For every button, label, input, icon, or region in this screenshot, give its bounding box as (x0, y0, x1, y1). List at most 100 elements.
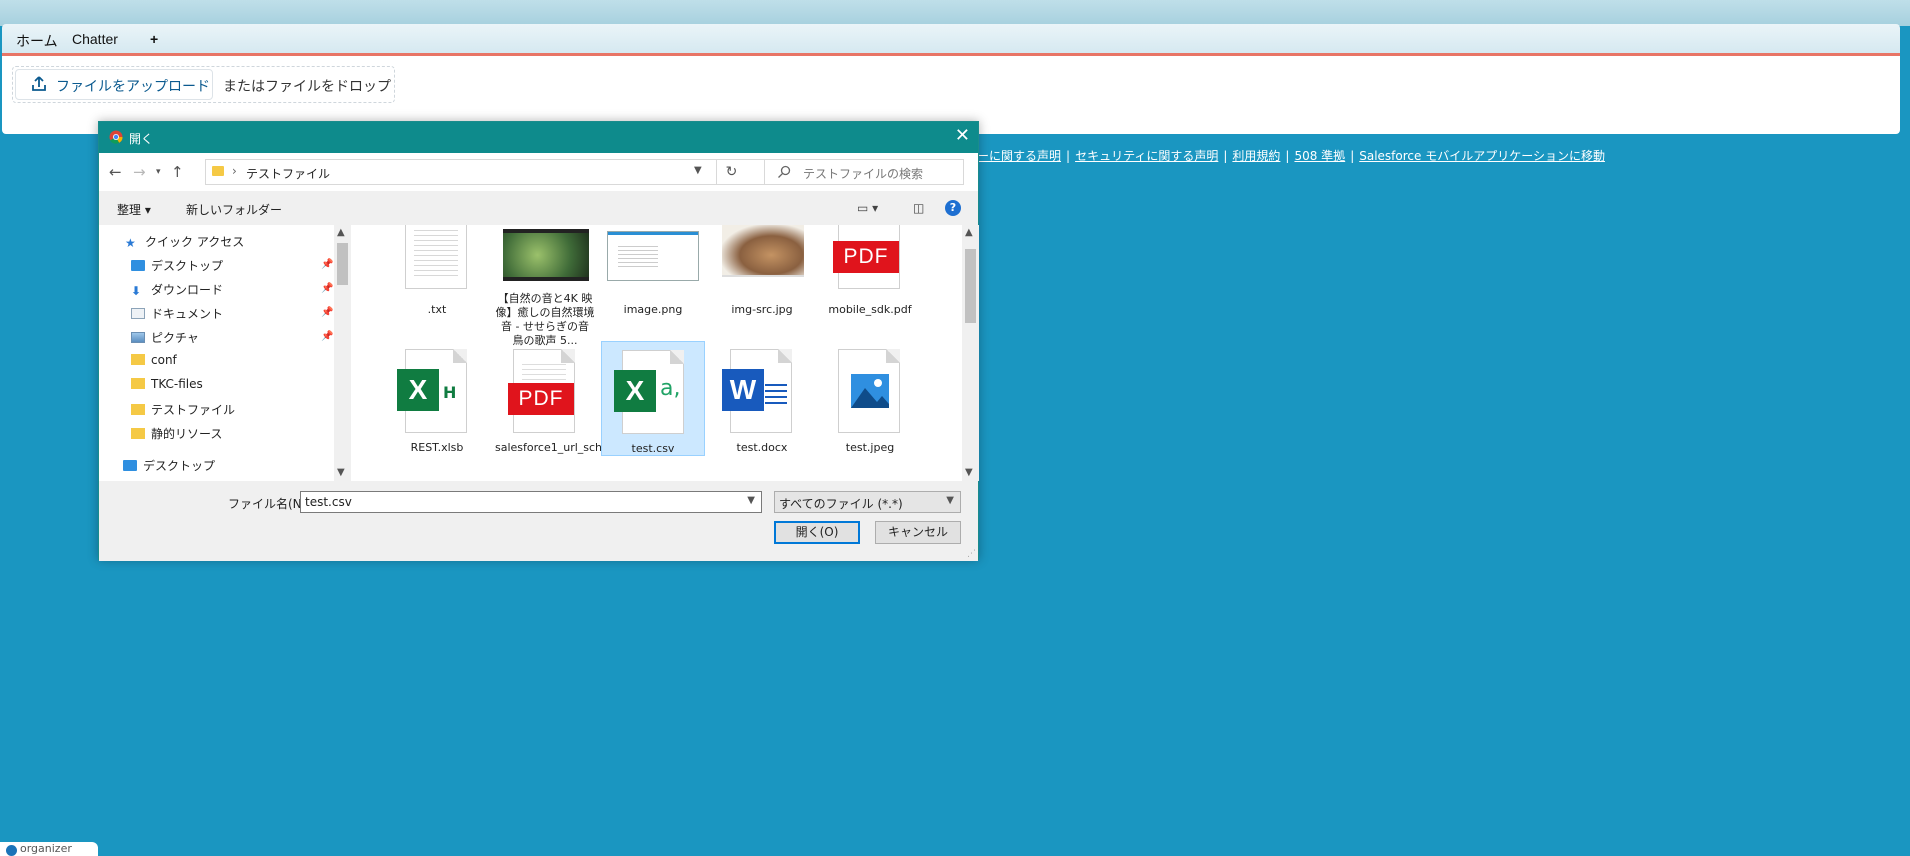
scroll-down-arrow-icon[interactable]: ▼ (337, 467, 345, 478)
view-options-icon[interactable]: ▭ ▾ (857, 201, 878, 215)
nav-desktop-root[interactable]: デスクトップ (123, 457, 215, 474)
organizer-tab[interactable]: organizer (0, 842, 98, 856)
file-item[interactable]: PDF salesforce1_url_schemes.pdf (493, 341, 653, 461)
nav-folder-test-files[interactable]: テストファイル (131, 401, 235, 418)
tab-add-icon[interactable]: + (150, 31, 158, 47)
address-dropdown-icon[interactable]: ▼ (694, 165, 702, 176)
nav-downloads[interactable]: ⬇ ダウンロード (131, 281, 223, 298)
nav-pictures[interactable]: ピクチャ (131, 329, 199, 346)
file-item[interactable]: .txt (385, 225, 489, 317)
dialog-titlebar[interactable]: 開く ✕ (99, 122, 978, 153)
nav-folder-tkc-files[interactable]: TKC-files (131, 377, 203, 391)
folder-icon (131, 378, 145, 389)
address-path[interactable]: テストファイル (246, 165, 330, 182)
pin-icon: 📌 (321, 283, 334, 294)
image-file-icon (838, 349, 900, 433)
organizer-label: organizer (20, 842, 72, 855)
forward-arrow-icon[interactable]: → (133, 163, 146, 181)
scroll-up-arrow-icon[interactable]: ▲ (965, 227, 973, 238)
file-item[interactable]: image.png (601, 225, 705, 317)
filename-input[interactable]: test.csv ▼ (300, 491, 762, 513)
desktop-icon (123, 460, 137, 471)
navigation-bar: ← → ▾ ↑ › テストファイル ▼ ↻ テストファイルの検索 (99, 153, 978, 191)
file-item[interactable]: W test.docx (710, 341, 814, 454)
address-bar[interactable]: › テストファイル ▼ ↻ (205, 159, 816, 185)
image-thumbnail-icon (607, 231, 699, 281)
dialog-footer: ファイル名(N): test.csv ▼ すべてのファイル (*.*) ▼ 開く… (99, 481, 978, 561)
help-icon[interactable]: ? (945, 200, 961, 216)
organize-menu[interactable]: 整理 ▾ (117, 201, 151, 218)
scrollbar-thumb[interactable] (965, 249, 976, 323)
scroll-up-arrow-icon[interactable]: ▲ (337, 227, 345, 238)
dialog-title: 開く (129, 132, 154, 146)
breadcrumb-chevron-icon[interactable]: › (232, 164, 237, 178)
desktop-icon (131, 260, 145, 271)
nav-folder-conf[interactable]: conf (131, 353, 177, 367)
picture-icon (131, 332, 145, 343)
upload-file-button[interactable]: ファイルをアップロード (15, 69, 213, 100)
download-icon: ⬇ (131, 284, 142, 298)
search-icon (778, 165, 791, 178)
footer-link-mobile[interactable]: Salesforce モバイルアプリケーションに移動 (1359, 149, 1605, 163)
folder-icon (131, 404, 145, 415)
pin-icon: 📌 (321, 307, 334, 318)
tab-chatter[interactable]: Chatter (72, 31, 118, 47)
pin-icon: 📌 (321, 259, 334, 270)
cancel-button[interactable]: キャンセル (875, 521, 961, 544)
navigation-pane: ★ クイック アクセス デスクトップ 📌 ⬇ ダウンロード 📌 ドキュメント 📌 ピ… (99, 225, 351, 481)
file-item[interactable]: 【自然の音と4K 映像】癒しの自然環境音 - せせらぎの音 鳥の歌声 5... (493, 225, 597, 348)
filename-value: test.csv (305, 495, 352, 509)
folder-icon (212, 166, 224, 176)
file-type-select[interactable]: すべてのファイル (*.*) ▼ (774, 491, 961, 513)
nav-quick-access[interactable]: ★ クイック アクセス (125, 233, 244, 250)
back-arrow-icon[interactable]: ← (109, 163, 122, 181)
file-dropzone[interactable]: ファイルをアップロード またはファイルをドロップ (12, 66, 395, 103)
file-item[interactable]: test.jpeg (818, 341, 922, 454)
folder-icon (131, 428, 145, 439)
close-button[interactable]: ✕ (955, 126, 970, 146)
file-item[interactable]: img-src.jpg (710, 225, 814, 317)
footer-link-privacy[interactable]: ーに関する声明 (977, 149, 1061, 163)
footer-link-terms[interactable]: 利用規約 (1232, 149, 1280, 163)
pdf-badge: PDF (508, 383, 574, 415)
browser-top-area (0, 0, 1910, 26)
file-type-value: すべてのファイル (*.*) (779, 497, 903, 511)
footer-link-security[interactable]: セキュリティに関する声明 (1075, 149, 1218, 163)
nav-pane-scrollbar[interactable]: ▲ ▼ (334, 225, 351, 481)
upload-button-label: ファイルをアップロード (56, 79, 210, 95)
file-list-scrollbar[interactable]: ▲ ▼ (962, 225, 979, 481)
scrollbar-thumb[interactable] (337, 243, 348, 285)
drop-files-text: またはファイルをドロップ (223, 79, 391, 95)
pin-icon: 📌 (321, 331, 334, 342)
scroll-down-arrow-icon[interactable]: ▼ (965, 467, 973, 478)
refresh-icon[interactable]: ↻ (716, 159, 746, 185)
file-item[interactable]: PDF mobile_sdk.pdf (818, 225, 922, 317)
filename-dropdown-icon[interactable]: ▼ (747, 495, 755, 506)
file-type-dropdown-icon[interactable]: ▼ (946, 495, 954, 506)
search-placeholder: テストファイルの検索 (803, 167, 924, 181)
document-icon (131, 308, 145, 319)
tab-home[interactable]: ホーム (16, 31, 58, 51)
excel-binary-glyph-icon: H (443, 383, 457, 402)
dialog-content: ★ クイック アクセス デスクトップ 📌 ⬇ ダウンロード 📌 ドキュメント 📌 ピ… (99, 225, 979, 481)
star-icon: ★ (125, 236, 136, 250)
chrome-icon (109, 130, 123, 144)
video-thumbnail-icon (503, 229, 589, 281)
preview-pane-icon[interactable]: ◫ (913, 201, 924, 215)
search-box[interactable]: テストファイルの検索 (764, 159, 964, 185)
nav-documents[interactable]: ドキュメント (131, 305, 223, 322)
footer-link-508[interactable]: 508 準拠 (1294, 149, 1345, 163)
nav-folder-static-resources[interactable]: 静的リソース (131, 425, 222, 442)
resize-grip-icon[interactable]: ⋰ (967, 549, 976, 559)
pdf-badge: PDF (833, 241, 899, 273)
nav-desktop[interactable]: デスクトップ (131, 257, 223, 274)
file-item-selected[interactable]: X a, test.csv (601, 341, 705, 456)
recent-locations-chevron-icon[interactable]: ▾ (156, 167, 161, 177)
new-folder-button[interactable]: 新しいフォルダー (186, 201, 282, 218)
up-arrow-icon[interactable]: ↑ (171, 163, 184, 181)
photo-thumbnail-icon (722, 225, 804, 277)
open-button[interactable]: 開く(O) (774, 521, 860, 544)
file-item[interactable]: X H REST.xlsb (385, 341, 489, 454)
csv-comma-glyph: a, (660, 376, 681, 401)
tab-bar: ホーム Chatter + (2, 24, 1900, 56)
